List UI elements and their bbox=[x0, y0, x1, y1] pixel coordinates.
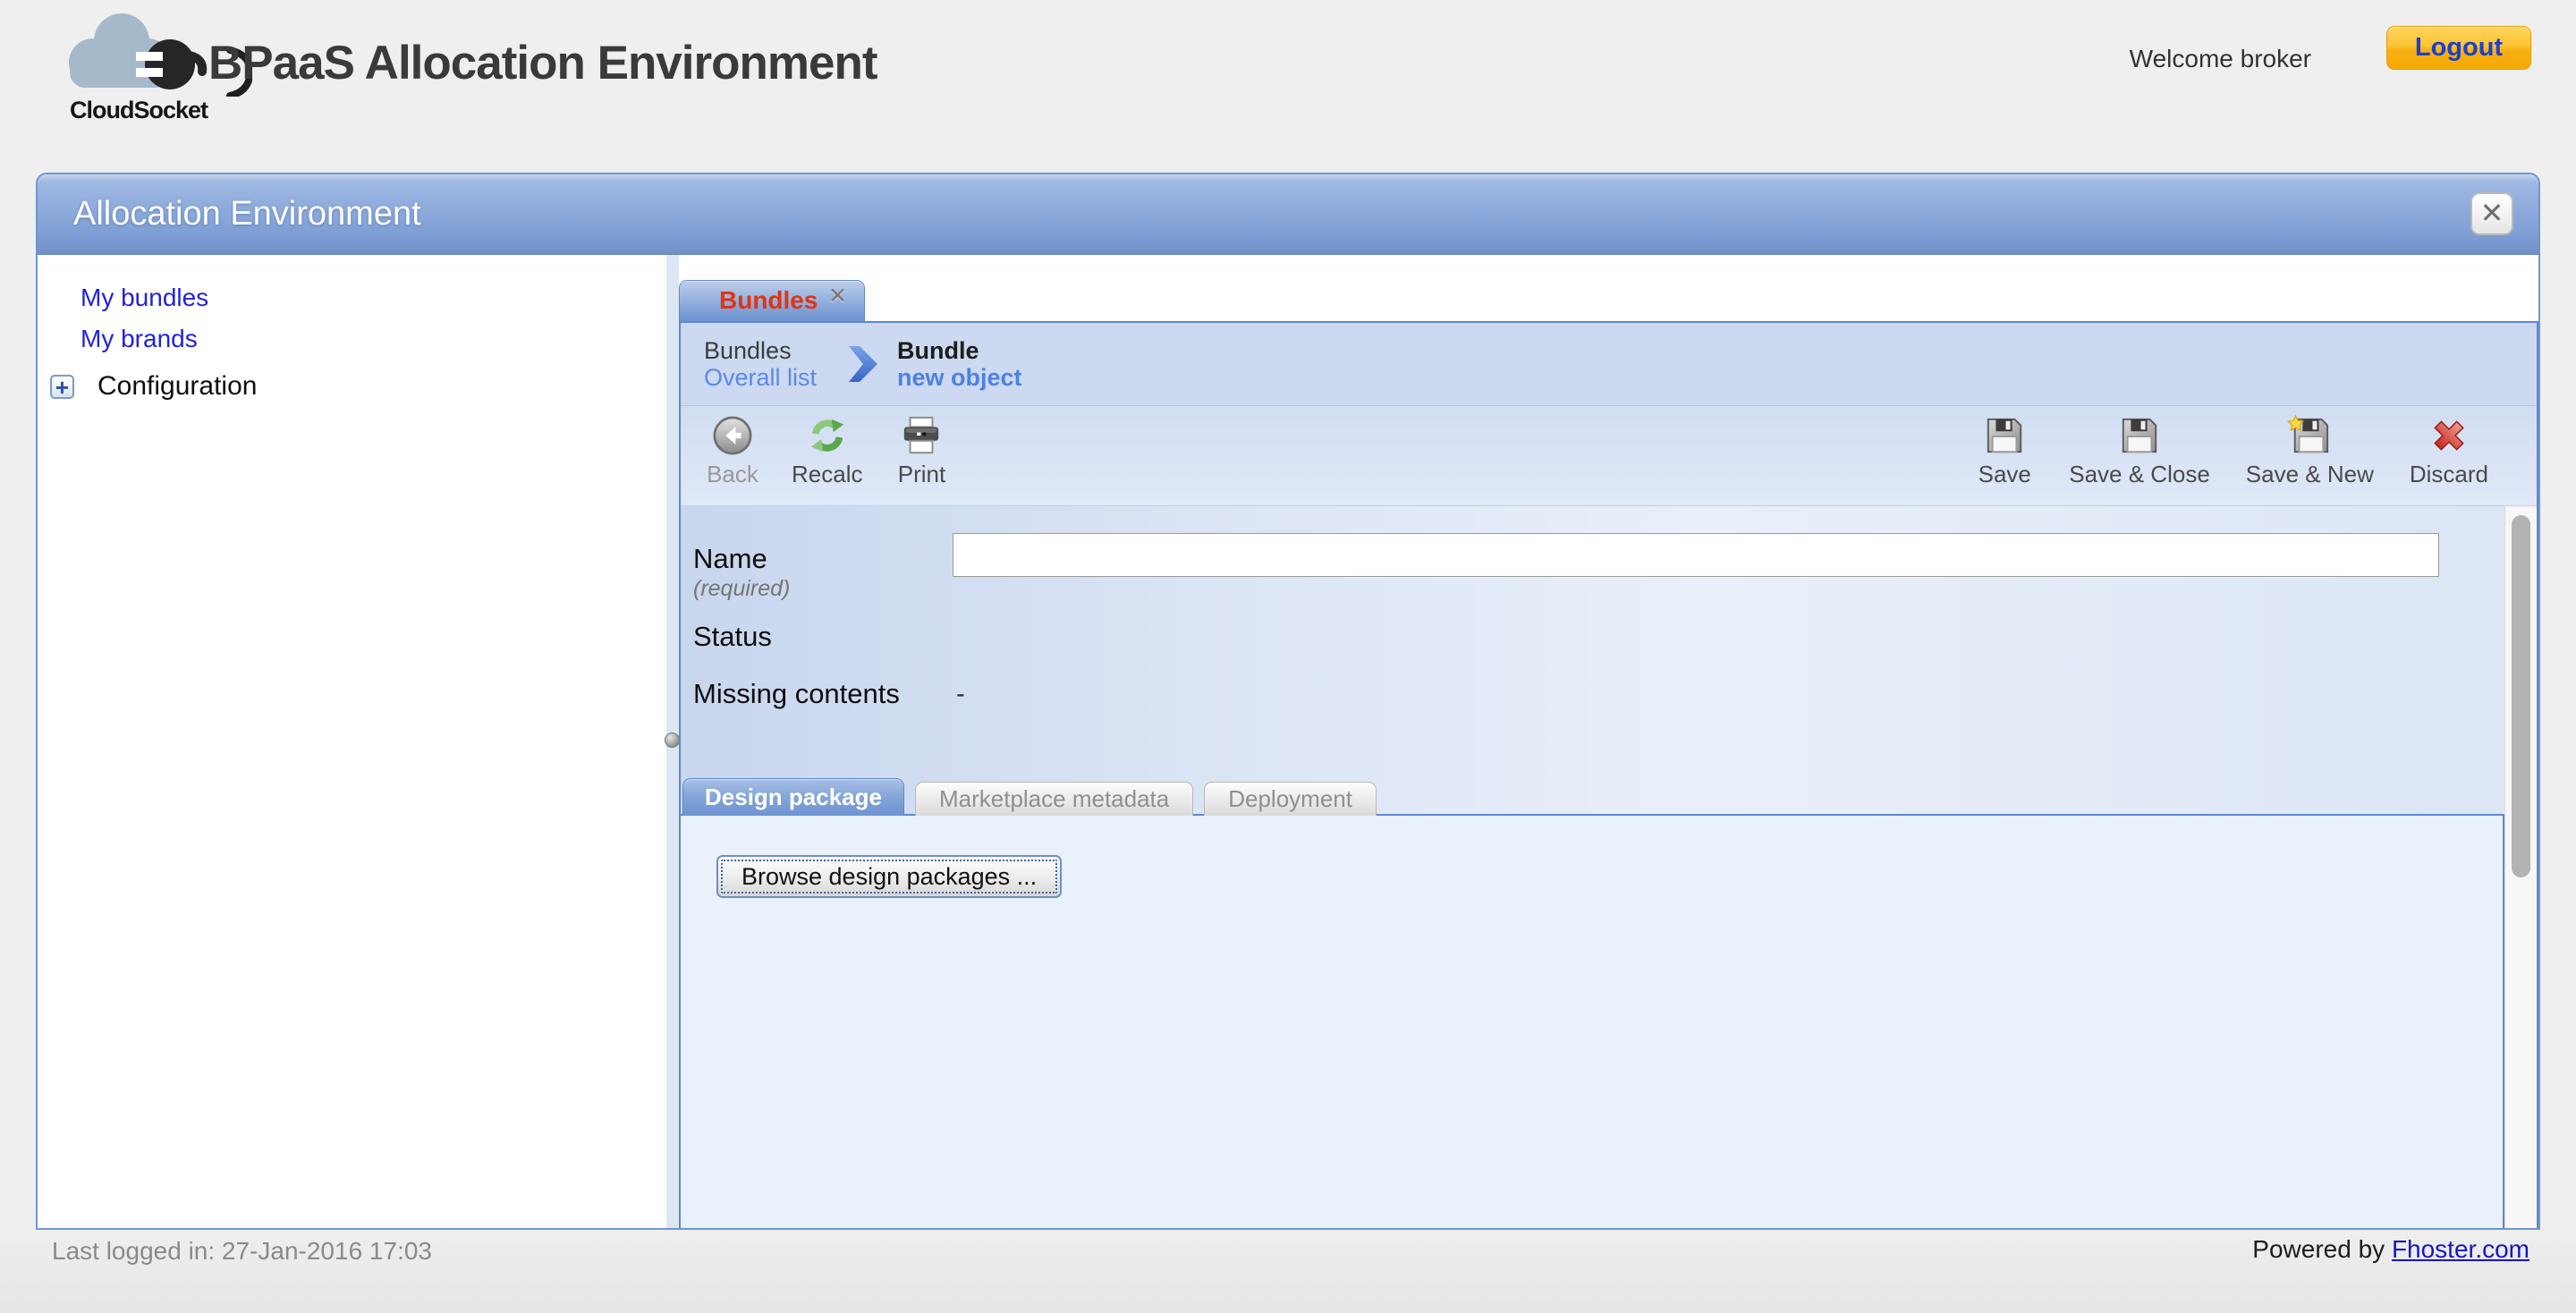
powered-by: Powered by Fhoster.com bbox=[2252, 1235, 2529, 1264]
sidebar-item-label: Configuration bbox=[97, 371, 257, 402]
breadcrumb-parent-title: Bundles bbox=[704, 337, 817, 364]
breadcrumb-parent-link[interactable]: Overall list bbox=[704, 364, 817, 391]
save-close-label: Save & Close bbox=[2069, 461, 2210, 488]
powered-by-text: Powered by bbox=[2252, 1235, 2385, 1263]
save-new-floppy-star-icon bbox=[2287, 413, 2332, 458]
expand-plus-icon[interactable] bbox=[50, 375, 74, 399]
sidebar-splitter[interactable] bbox=[666, 255, 679, 1230]
missing-contents-label: Missing contents bbox=[693, 678, 900, 710]
name-field-label: Name bbox=[693, 543, 767, 575]
chevron-right-icon bbox=[847, 341, 879, 387]
splitter-handle-icon[interactable] bbox=[665, 733, 680, 748]
detail-tabs: Design package Marketplace metadata Depl… bbox=[682, 780, 1377, 816]
tab-bundles-label: Bundles bbox=[719, 286, 818, 315]
name-required-note: (required) bbox=[693, 576, 790, 602]
breadcrumb-current-subtitle: new object bbox=[897, 364, 1022, 391]
discard-button[interactable]: Discard bbox=[2410, 413, 2488, 488]
design-package-panel: Browse design packages ... bbox=[681, 814, 2504, 1228]
allocation-environment-panel: Allocation Environment My bundles My bra… bbox=[36, 173, 2540, 1230]
logo-wordmark: CloudSocket bbox=[36, 97, 242, 124]
tab-close-icon[interactable] bbox=[828, 283, 853, 308]
discard-x-icon bbox=[2428, 413, 2470, 458]
status-field-label: Status bbox=[693, 621, 772, 653]
scrollbar-thumb[interactable] bbox=[2512, 515, 2530, 877]
toolbar-right-group: Save bbox=[1976, 413, 2488, 488]
fhoster-link[interactable]: Fhoster.com bbox=[2392, 1235, 2529, 1263]
save-close-button[interactable]: Save & Close bbox=[2069, 413, 2210, 488]
save-new-button[interactable]: Save & New bbox=[2246, 413, 2374, 488]
breadcrumb-current: Bundle new object bbox=[897, 337, 1022, 391]
save-close-floppy-icon bbox=[2119, 413, 2160, 458]
panel-header: Allocation Environment bbox=[38, 174, 2538, 255]
tab-design-package[interactable]: Design package bbox=[682, 778, 904, 816]
save-new-label: Save & New bbox=[2246, 461, 2374, 488]
tab-bundles[interactable]: Bundles bbox=[679, 280, 865, 321]
toolbar-left-group: Back bbox=[704, 413, 950, 488]
print-icon bbox=[901, 413, 942, 458]
app-header: CloudSocket BPaaS Allocation Environment… bbox=[0, 0, 2576, 134]
workspace-tab-strip: Bundles bbox=[679, 255, 2538, 321]
last-login-text: Last logged in: 27-Jan-2016 17:03 bbox=[52, 1237, 432, 1266]
breadcrumb: Bundles Overall list B bbox=[681, 323, 2537, 405]
toolbar: Back bbox=[681, 405, 2537, 505]
sidebar-item-my-brands[interactable]: My brands bbox=[80, 325, 198, 353]
browse-design-packages-button[interactable]: Browse design packages ... bbox=[716, 855, 1062, 898]
sidebar-item-configuration[interactable]: Configuration bbox=[50, 371, 666, 402]
panel-close-button[interactable] bbox=[2470, 192, 2513, 235]
welcome-text: Welcome broker bbox=[2130, 45, 2311, 73]
recalc-label: Recalc bbox=[792, 461, 862, 488]
sidebar-item-my-bundles[interactable]: My bundles bbox=[80, 284, 208, 312]
tab-marketplace-metadata[interactable]: Marketplace metadata bbox=[915, 782, 1193, 816]
bundle-editor: Bundles Overall list B bbox=[679, 321, 2538, 1230]
vertical-scrollbar[interactable] bbox=[2504, 506, 2537, 1228]
name-input[interactable] bbox=[953, 533, 2439, 577]
recalc-refresh-icon bbox=[807, 413, 848, 458]
bpaas-allocation-app: CloudSocket BPaaS Allocation Environment… bbox=[0, 0, 2576, 1313]
tab-deployment[interactable]: Deployment bbox=[1204, 782, 1377, 816]
back-icon bbox=[712, 413, 753, 458]
breadcrumb-current-title: Bundle bbox=[897, 337, 1022, 364]
app-title: BPaaS Allocation Environment bbox=[208, 36, 877, 90]
print-button[interactable]: Print bbox=[893, 413, 950, 488]
workspace: Bundles Bundles Overall list bbox=[679, 255, 2538, 1230]
panel-title: Allocation Environment bbox=[73, 195, 421, 233]
save-label: Save bbox=[1979, 461, 2031, 488]
back-button[interactable]: Back bbox=[704, 413, 761, 488]
logout-button[interactable]: Logout bbox=[2386, 26, 2531, 70]
panel-body: My bundles My brands Configuration Bundl… bbox=[38, 255, 2538, 1230]
back-label: Back bbox=[707, 461, 758, 488]
print-label: Print bbox=[898, 461, 945, 488]
discard-label: Discard bbox=[2410, 461, 2488, 488]
bundle-form-region: Name (required) Status Missing contents … bbox=[681, 505, 2537, 1228]
save-button[interactable]: Save bbox=[1976, 413, 2033, 488]
recalc-button[interactable]: Recalc bbox=[792, 413, 862, 488]
missing-contents-value: - bbox=[956, 680, 965, 709]
breadcrumb-parent: Bundles Overall list bbox=[704, 337, 817, 391]
sidebar: My bundles My brands Configuration bbox=[38, 255, 666, 1230]
save-floppy-icon bbox=[1984, 413, 2025, 458]
